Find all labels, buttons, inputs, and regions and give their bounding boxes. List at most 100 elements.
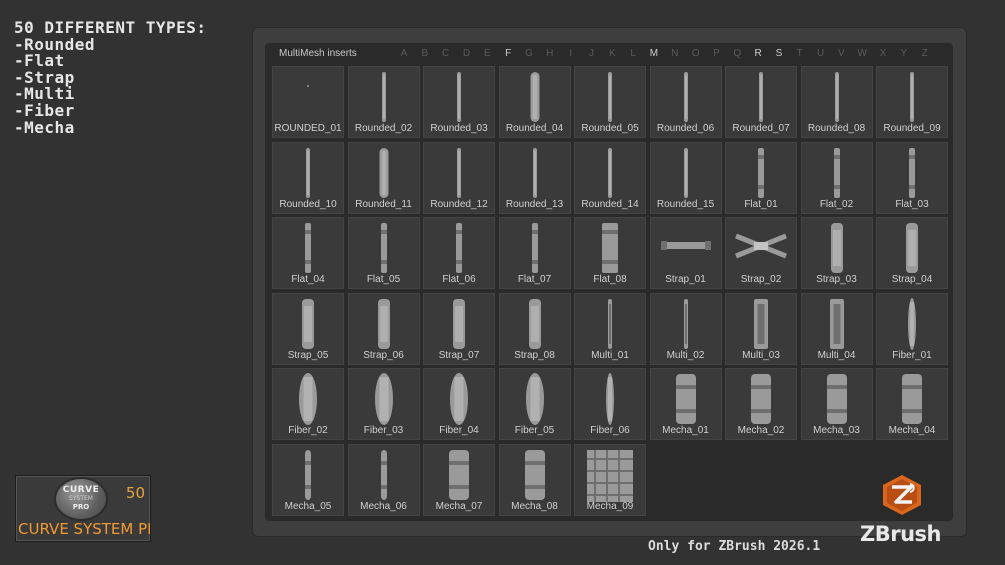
letter-filter-k[interactable]: K: [605, 48, 619, 59]
insert-tile[interactable]: Mecha_05: [272, 443, 344, 516]
insert-tile[interactable]: Fiber_03: [347, 368, 420, 440]
letter-filter-u[interactable]: U: [814, 48, 828, 59]
insert-label: Multi_03: [742, 349, 780, 361]
letter-filter-y[interactable]: Y: [897, 48, 911, 59]
insert-tile[interactable]: Flat_06: [423, 217, 495, 289]
letter-filter-c[interactable]: C: [439, 48, 453, 59]
insert-label: Rounded_09: [883, 123, 941, 134]
insert-label: Strap_04: [891, 274, 933, 285]
insert-tile[interactable]: Mecha_03: [800, 368, 873, 440]
letter-filter-l[interactable]: L: [626, 48, 640, 59]
letter-filter-p[interactable]: P: [709, 48, 723, 59]
insert-tile[interactable]: Strap_01: [649, 217, 722, 289]
insert-thumbnail: [587, 449, 633, 502]
insert-label: Flat_03: [895, 198, 929, 210]
insert-label: Rounded_08: [807, 123, 866, 134]
insert-tile[interactable]: Mecha_08: [498, 443, 571, 516]
insert-tile[interactable]: Strap_02: [725, 217, 797, 289]
insert-tile[interactable]: Rounded_15: [649, 141, 722, 214]
logo-text-curve: CURVE: [62, 485, 100, 495]
insert-tile[interactable]: Multi_03: [725, 292, 797, 365]
insert-thumbnail: [675, 374, 696, 424]
insert-tile[interactable]: Flat_08: [574, 217, 646, 289]
insert-tile[interactable]: Mecha_02: [725, 368, 797, 440]
insert-tile[interactable]: Multi_04: [800, 292, 873, 365]
letter-filter-b[interactable]: B: [418, 48, 432, 59]
insert-tile[interactable]: Rounded_07: [725, 66, 797, 138]
insert-tile[interactable]: Rounded_10: [272, 141, 344, 214]
insert-tile[interactable]: Fiber_02: [272, 368, 344, 440]
insert-thumbnail: [377, 298, 390, 349]
insert-tile[interactable]: Strap_08: [498, 292, 571, 365]
insert-tile[interactable]: Mecha_07: [423, 443, 495, 516]
insert-tile[interactable]: Strap_06: [347, 292, 420, 365]
zbrush-logo-icon: [883, 475, 921, 515]
insert-tile[interactable]: Multi_01: [574, 292, 646, 365]
insert-tile[interactable]: Rounded_06: [649, 66, 722, 138]
insert-label: Rounded_14: [581, 198, 639, 210]
insert-label: Flat_08: [593, 274, 627, 285]
insert-tile[interactable]: Mecha_09: [574, 443, 646, 516]
insert-tile[interactable]: Flat_04: [272, 217, 344, 289]
letter-filter-g[interactable]: G: [522, 48, 536, 59]
insert-tile[interactable]: Flat_02: [800, 141, 873, 214]
insert-tile[interactable]: Flat_05: [347, 217, 420, 289]
insert-tile[interactable]: Fiber_04: [423, 368, 495, 440]
insert-label: Rounded_06: [656, 123, 715, 134]
insert-label: Flat_06: [442, 274, 476, 285]
letter-filter-v[interactable]: V: [834, 48, 848, 59]
letter-filter-r[interactable]: R: [751, 48, 765, 59]
insert-tile[interactable]: Rounded_14: [574, 141, 646, 214]
letter-filter-j[interactable]: J: [584, 48, 598, 59]
insert-thumbnail: [299, 373, 317, 425]
insert-tile[interactable]: Rounded_08: [800, 66, 873, 138]
letter-filter-m[interactable]: M: [647, 48, 661, 59]
insert-tile[interactable]: Rounded_13: [498, 141, 571, 214]
insert-tile[interactable]: Rounded_03: [423, 66, 495, 138]
insert-label: Mecha_05: [284, 500, 332, 512]
insert-tile[interactable]: Fiber_01: [876, 292, 948, 365]
insert-tile[interactable]: Mecha_06: [347, 443, 420, 516]
curve-system-logo: CURVE SYSTEM PRO: [56, 479, 106, 519]
insert-tile[interactable]: Mecha_04: [876, 368, 948, 440]
letter-filter-q[interactable]: Q: [730, 48, 744, 59]
insert-label: Mecha_02: [737, 425, 785, 436]
insert-tile[interactable]: ROUNDED_01: [272, 66, 344, 138]
letter-filter-x[interactable]: X: [876, 48, 890, 59]
letter-filter-d[interactable]: D: [459, 48, 473, 59]
letter-filter-n[interactable]: N: [668, 48, 682, 59]
insert-tile[interactable]: Rounded_09: [876, 66, 948, 138]
letter-filter-w[interactable]: W: [855, 48, 869, 59]
letter-filter-z[interactable]: Z: [918, 48, 932, 59]
letter-filter-i[interactable]: I: [564, 48, 578, 59]
letter-filter-s[interactable]: S: [772, 48, 786, 59]
insert-tile[interactable]: Rounded_02: [347, 66, 420, 138]
insert-tile[interactable]: Rounded_05: [574, 66, 646, 138]
insert-tile[interactable]: Flat_07: [498, 217, 571, 289]
insert-tile[interactable]: Strap_03: [800, 217, 873, 289]
insert-tile[interactable]: Flat_01: [725, 141, 797, 214]
insert-tile[interactable]: Fiber_06: [574, 368, 646, 440]
insert-tile[interactable]: Strap_05: [272, 292, 344, 365]
letter-filter-e[interactable]: E: [480, 48, 494, 59]
insert-tile[interactable]: Rounded_04: [498, 66, 571, 138]
insert-tile[interactable]: Mecha_01: [649, 368, 722, 440]
insert-thumbnail: [456, 223, 462, 273]
insert-thumbnail: [302, 298, 314, 349]
insert-tile[interactable]: Strap_07: [423, 292, 495, 365]
insert-thumbnail: [683, 147, 688, 198]
letter-filter-o[interactable]: O: [689, 48, 703, 59]
insert-tile[interactable]: Rounded_12: [423, 141, 495, 214]
letter-filter-h[interactable]: H: [543, 48, 557, 59]
insert-tile[interactable]: Fiber_05: [498, 368, 571, 440]
letter-filter-a[interactable]: A: [397, 48, 411, 59]
insert-label: Mecha_06: [360, 500, 407, 512]
insert-tile[interactable]: Multi_02: [649, 292, 722, 365]
insert-tile[interactable]: Flat_03: [876, 141, 948, 214]
insert-tile[interactable]: Rounded_11: [347, 141, 420, 214]
insert-label: ROUNDED_01: [274, 123, 342, 134]
insert-tile[interactable]: Strap_04: [876, 217, 948, 289]
insert-thumbnail: [608, 147, 612, 198]
letter-filter-f[interactable]: F: [501, 48, 515, 59]
letter-filter-t[interactable]: T: [793, 48, 807, 59]
